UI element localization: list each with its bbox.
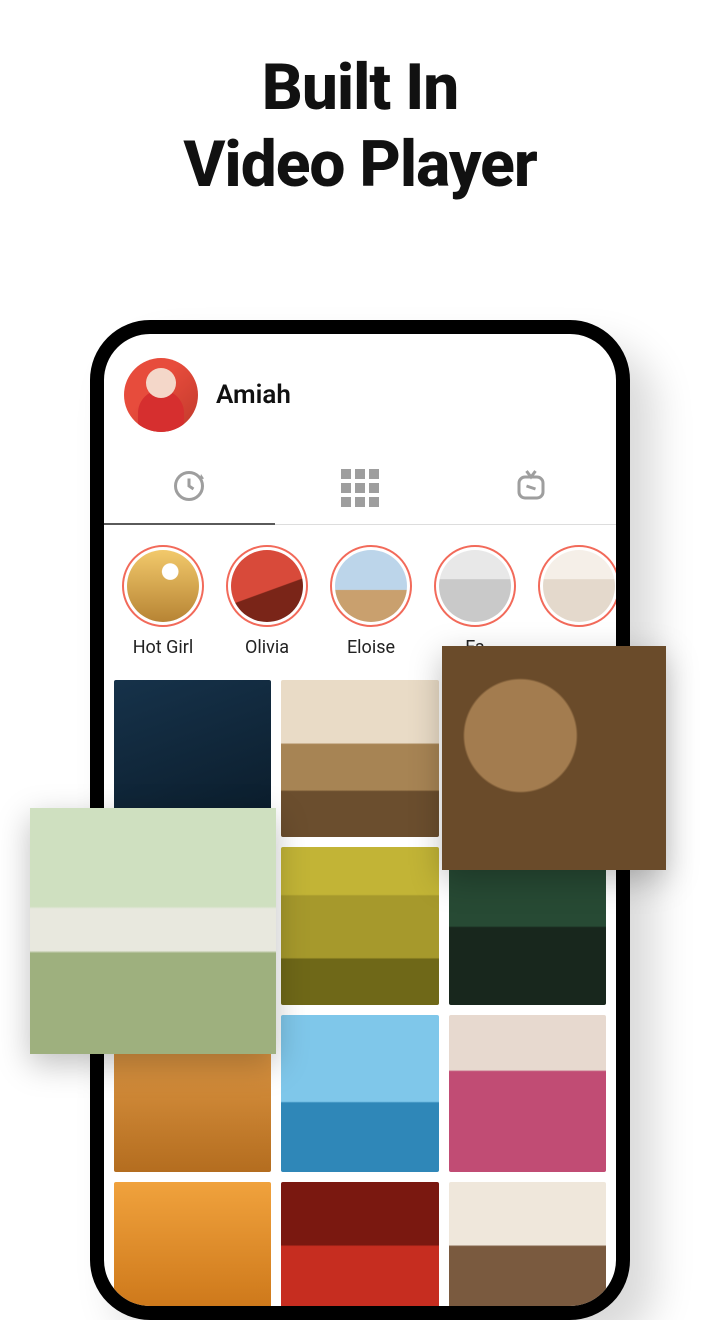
clock-arrow-icon xyxy=(171,468,207,508)
story-avatar xyxy=(127,550,199,622)
username-label: Amiah xyxy=(216,380,291,410)
story-label: Olivia xyxy=(226,637,308,658)
story-item[interactable]: Hot Girl xyxy=(122,545,204,658)
feed-thumb[interactable] xyxy=(281,847,438,1004)
story-label: Eloise xyxy=(330,637,412,658)
story-avatar xyxy=(439,550,511,622)
story-item[interactable]: Eloise xyxy=(330,545,412,658)
hero-title: Built In Video Player xyxy=(0,0,720,204)
feed-thumb[interactable] xyxy=(281,1015,438,1172)
avatar[interactable] xyxy=(124,358,198,432)
story-avatar xyxy=(543,550,615,622)
story-label: Hot Girl xyxy=(122,637,204,658)
story-item[interactable]: Fa xyxy=(434,545,516,658)
stories-row[interactable]: Hot Girl Olivia Eloise Fa xyxy=(104,525,616,666)
story-item[interactable] xyxy=(538,545,620,658)
story-avatar xyxy=(231,550,303,622)
story-item[interactable]: Olivia xyxy=(226,545,308,658)
grid-icon xyxy=(341,469,379,507)
feed-thumb[interactable] xyxy=(281,1182,438,1320)
floating-preview-left xyxy=(30,808,276,1054)
hero-line1: Built In xyxy=(0,50,720,127)
igtv-icon xyxy=(513,468,549,508)
tab-recent[interactable] xyxy=(104,452,275,524)
hero-line2: Video Player xyxy=(0,127,720,204)
tab-igtv[interactable] xyxy=(445,452,616,524)
floating-preview-right xyxy=(442,646,666,870)
feed-thumb[interactable] xyxy=(449,1182,606,1320)
feed-thumb[interactable] xyxy=(449,1015,606,1172)
profile-header: Amiah xyxy=(104,334,616,444)
feed-thumb[interactable] xyxy=(449,847,606,1004)
feed-thumb[interactable] xyxy=(114,1182,271,1320)
tab-grid[interactable] xyxy=(275,452,446,524)
profile-tabs xyxy=(104,452,616,525)
feed-thumb[interactable] xyxy=(281,680,438,837)
story-avatar xyxy=(335,550,407,622)
